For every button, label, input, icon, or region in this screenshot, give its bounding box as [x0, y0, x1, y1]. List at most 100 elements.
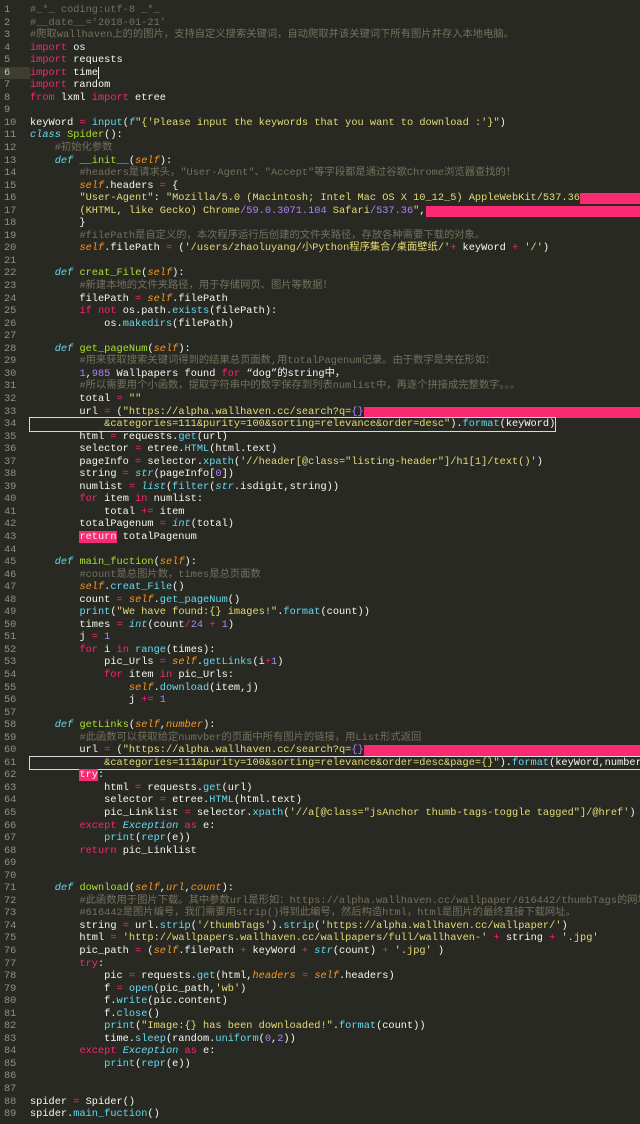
- line-number: 19: [4, 229, 17, 242]
- code-line[interactable]: 5 import requests: [0, 54, 640, 67]
- code-line[interactable]: 64 selector = etree.HTML(html.text): [0, 794, 640, 807]
- code-line[interactable]: 59 #此函数可以获取给定numvber的页面中所有图片的链接，用List形式返…: [0, 732, 640, 745]
- code-line[interactable]: 1 #_*_ coding:utf-8 _*_: [0, 4, 640, 17]
- code-line[interactable]: 26 os.makedirs(filePath): [0, 318, 640, 331]
- code-line[interactable]: 50 times = int(count/24 + 1): [0, 619, 640, 632]
- code-line[interactable]: 43 return totalPagenum: [0, 530, 640, 544]
- code-line[interactable]: 88 spider = Spider(): [0, 1096, 640, 1109]
- code-tokens: 1,985 Wallpapers found for “dog”的string中…: [30, 368, 345, 381]
- code-line[interactable]: 74 string = url.strip('/thumbTags').stri…: [0, 920, 640, 933]
- code-line[interactable]: 58 def getLinks(self,number):: [0, 719, 640, 732]
- code-line[interactable]: 78 pic = requests.get(html,headers = sel…: [0, 970, 640, 983]
- code-line[interactable]: 85 print(repr(e)): [0, 1058, 640, 1071]
- code-line[interactable]: 52 for i in range(times):: [0, 644, 640, 657]
- code-line[interactable]: 46 #count是总图片数，times是总页面数: [0, 569, 640, 582]
- code-line[interactable]: 17 (KHTML, like Gecko) Chrome/59.0.3071.…: [0, 205, 640, 218]
- code-editor[interactable]: 1 #_*_ coding:utf-8 _*_ 2 #__date__='2018-0…: [0, 4, 640, 1121]
- code-line[interactable]: 70: [0, 870, 640, 883]
- code-line[interactable]: 87: [0, 1083, 640, 1096]
- code-tokens: f = open(pic_path,'wb'): [30, 983, 246, 996]
- code-line[interactable]: 24 filePath = self.filePath: [0, 293, 640, 306]
- code-line[interactable]: 49 print("We have found:{} images!".form…: [0, 606, 640, 619]
- code-line[interactable]: 2 #__date__='2018-01-21': [0, 17, 640, 30]
- code-line[interactable]: 32 total = "": [0, 393, 640, 406]
- code-line[interactable]: 4 import os: [0, 42, 640, 55]
- code-line[interactable]: 75 html = 'http://wallpapers.wallhaven.c…: [0, 932, 640, 945]
- code-line[interactable]: 14 #headers是请求头，"User-Agent"、"Accept"等字段…: [0, 167, 640, 180]
- code-line[interactable]: 62 try:: [0, 769, 640, 782]
- code-line[interactable]: 71 def download(self,url,count):: [0, 882, 640, 895]
- code-line[interactable]: 82 print("Image:{} has been downloaded!"…: [0, 1020, 640, 1033]
- code-line[interactable]: 18 }: [0, 217, 640, 230]
- code-tokens: }: [30, 217, 85, 230]
- code-line[interactable]: 72 #此函数用于图片下载。其中参数url是形如：https://alpha.w…: [0, 895, 640, 908]
- code-text: url: [30, 405, 105, 418]
- code-line[interactable]: 34 &categories=111&purity=100&sorting=re…: [0, 417, 640, 432]
- code-line[interactable]: 73 #616442是图片编号，我们需要用strip()得到此编号，然后构造ht…: [0, 907, 640, 920]
- code-line[interactable]: 6 import time: [0, 66, 640, 80]
- code-line[interactable]: 56 j += 1: [0, 694, 640, 707]
- code-line[interactable]: 19 #filePath是自定义的，本次程序运行后创建的文件夹路径，存放各种需要…: [0, 230, 640, 243]
- code-line[interactable]: 27: [0, 330, 640, 343]
- line-number: 31: [4, 380, 17, 393]
- code-line[interactable]: 83 time.sleep(random.uniform(0,2)): [0, 1033, 640, 1046]
- code-line[interactable]: 8 from lxml import etree: [0, 92, 640, 105]
- code-line[interactable]: 33 url = ("https://alpha.wallhaven.cc/se…: [0, 406, 640, 419]
- code-line[interactable]: 54 for item in pic_Urls:: [0, 669, 640, 682]
- code-line[interactable]: 79 f = open(pic_path,'wb'): [0, 983, 640, 996]
- code-line[interactable]: 12 #初始化参数: [0, 142, 640, 155]
- code-line[interactable]: 42 totalPagenum = int(total): [0, 518, 640, 531]
- code-line[interactable]: 9: [0, 104, 640, 117]
- code-line[interactable]: 23 #新建本地的文件夹路径，用于存储网页、图片等数据！: [0, 280, 640, 293]
- code-line[interactable]: 13 def __init__(self):: [0, 155, 640, 168]
- code-line[interactable]: 11 class Spider():: [0, 129, 640, 142]
- code-line[interactable]: 25 if not os.path.exists(filePath):: [0, 305, 640, 318]
- code-line[interactable]: 61 &categories=111&purity=100&sorting=re…: [0, 755, 640, 771]
- number: {}: [351, 744, 364, 757]
- code-line[interactable]: 44: [0, 544, 640, 557]
- code-line[interactable]: 67 print(repr(e)): [0, 832, 640, 845]
- code-line[interactable]: 51 j = 1: [0, 631, 640, 644]
- code-line[interactable]: 20 self.filePath = ('/users/zhaoluyang/小…: [0, 242, 640, 255]
- code-line[interactable]: 63 html = requests.get(url): [0, 782, 640, 795]
- code-line[interactable]: 47 self.creat_File(): [0, 581, 640, 594]
- code-line[interactable]: 21: [0, 255, 640, 268]
- code-line[interactable]: 65 pic_Linklist = selector.xpath('//a[@c…: [0, 807, 640, 820]
- code-line[interactable]: 66 except Exception as e:: [0, 820, 640, 833]
- code-line[interactable]: 3 #爬取wallhaven上的的图片，支持自定义搜索关键词，自动爬取并该关键词下…: [0, 29, 640, 42]
- code-line[interactable]: 45 def main_fuction(self):: [0, 556, 640, 569]
- code-line[interactable]: 53 pic_Urls = self.getLinks(i+1): [0, 656, 640, 669]
- code-line[interactable]: 60 url = ("https://alpha.wallhaven.cc/se…: [0, 744, 640, 757]
- code-line[interactable]: 68 return pic_Linklist: [0, 845, 640, 858]
- code-line[interactable]: 84 except Exception as e:: [0, 1045, 640, 1058]
- code-line[interactable]: 36 selector = etree.HTML(html.text): [0, 443, 640, 456]
- code-line[interactable]: 89 spider.main_fuction(): [0, 1108, 640, 1121]
- code-line[interactable]: 37 pageInfo = selector.xpath('//header[@…: [0, 456, 640, 469]
- code-line[interactable]: 28 def get_pageNum(self):: [0, 343, 640, 356]
- code-line[interactable]: 41 total += item: [0, 506, 640, 519]
- code-line[interactable]: 86: [0, 1070, 640, 1083]
- code-line[interactable]: 80 f.write(pic.content): [0, 995, 640, 1008]
- code-line[interactable]: 31 #所以需要用个小函数，提取字符串中的数字保存到列表numlist中，再逐个…: [0, 380, 640, 393]
- code-line[interactable]: 40 for item in numlist:: [0, 493, 640, 506]
- code-line[interactable]: 7 import random: [0, 79, 640, 92]
- code-line[interactable]: 29 #用来获取搜索关键词得到的结果总页面数,用totalPagenum记录。由…: [0, 355, 640, 368]
- code-line[interactable]: 39 numlist = list(filter(str.isdigit,str…: [0, 481, 640, 494]
- code-line[interactable]: 30 1,985 Wallpapers found for “dog”的stri…: [0, 368, 640, 381]
- code-line[interactable]: 10 keyWord = input(f"{'Please input the k…: [0, 117, 640, 130]
- code-line[interactable]: 57: [0, 707, 640, 720]
- code-line[interactable]: 69: [0, 857, 640, 870]
- code-line[interactable]: 15 self.headers = {: [0, 180, 640, 193]
- code-line[interactable]: 16 "User-Agent": "Mozilla/5.0 (Macintosh…: [0, 192, 640, 205]
- keyword: in: [159, 668, 173, 681]
- code-line[interactable]: 76 pic_path = (self.filePath + keyWord +…: [0, 945, 640, 958]
- code-line[interactable]: 38 string = str(pageInfo[0]): [0, 468, 640, 481]
- code-line[interactable]: 35 html = requests.get(url): [0, 431, 640, 444]
- builtin: strip: [283, 919, 315, 932]
- code-line[interactable]: 77 try:: [0, 958, 640, 971]
- code-line[interactable]: 81 f.close(): [0, 1008, 640, 1021]
- code-line[interactable]: 55 self.download(item,j): [0, 682, 640, 695]
- code-tokens: keyWord = input(f"{'Please input the key…: [30, 117, 506, 130]
- code-line[interactable]: 48 count = self.get_pageNum(): [0, 594, 640, 607]
- code-line[interactable]: 22 def creat_File(self):: [0, 267, 640, 280]
